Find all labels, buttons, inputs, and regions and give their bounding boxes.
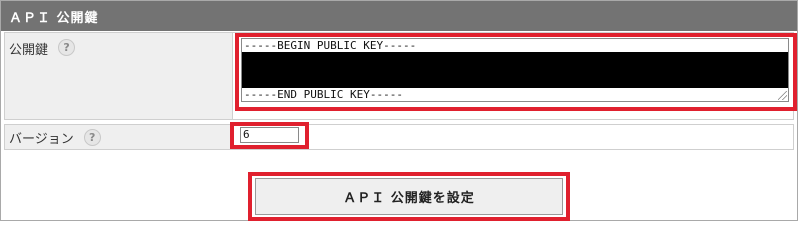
version-value-cell: [234, 125, 793, 149]
submit-button-highlight: [248, 172, 570, 221]
version-label: バージョン: [9, 131, 74, 147]
section-title: ＡＰＩ 公開鍵: [9, 10, 99, 26]
public-key-label-cell: 公開鍵 ?: [5, 33, 233, 119]
section-header: ＡＰＩ 公開鍵: [1, 1, 797, 31]
help-icon[interactable]: ?: [58, 39, 76, 56]
public-key-label: 公開鍵: [9, 43, 49, 58]
version-label-cell: バージョン ?: [5, 125, 233, 149]
version-highlight: [230, 122, 309, 149]
help-icon[interactable]: ?: [83, 128, 101, 146]
version-row: バージョン ?: [4, 124, 794, 150]
public-key-highlight: [235, 33, 797, 111]
